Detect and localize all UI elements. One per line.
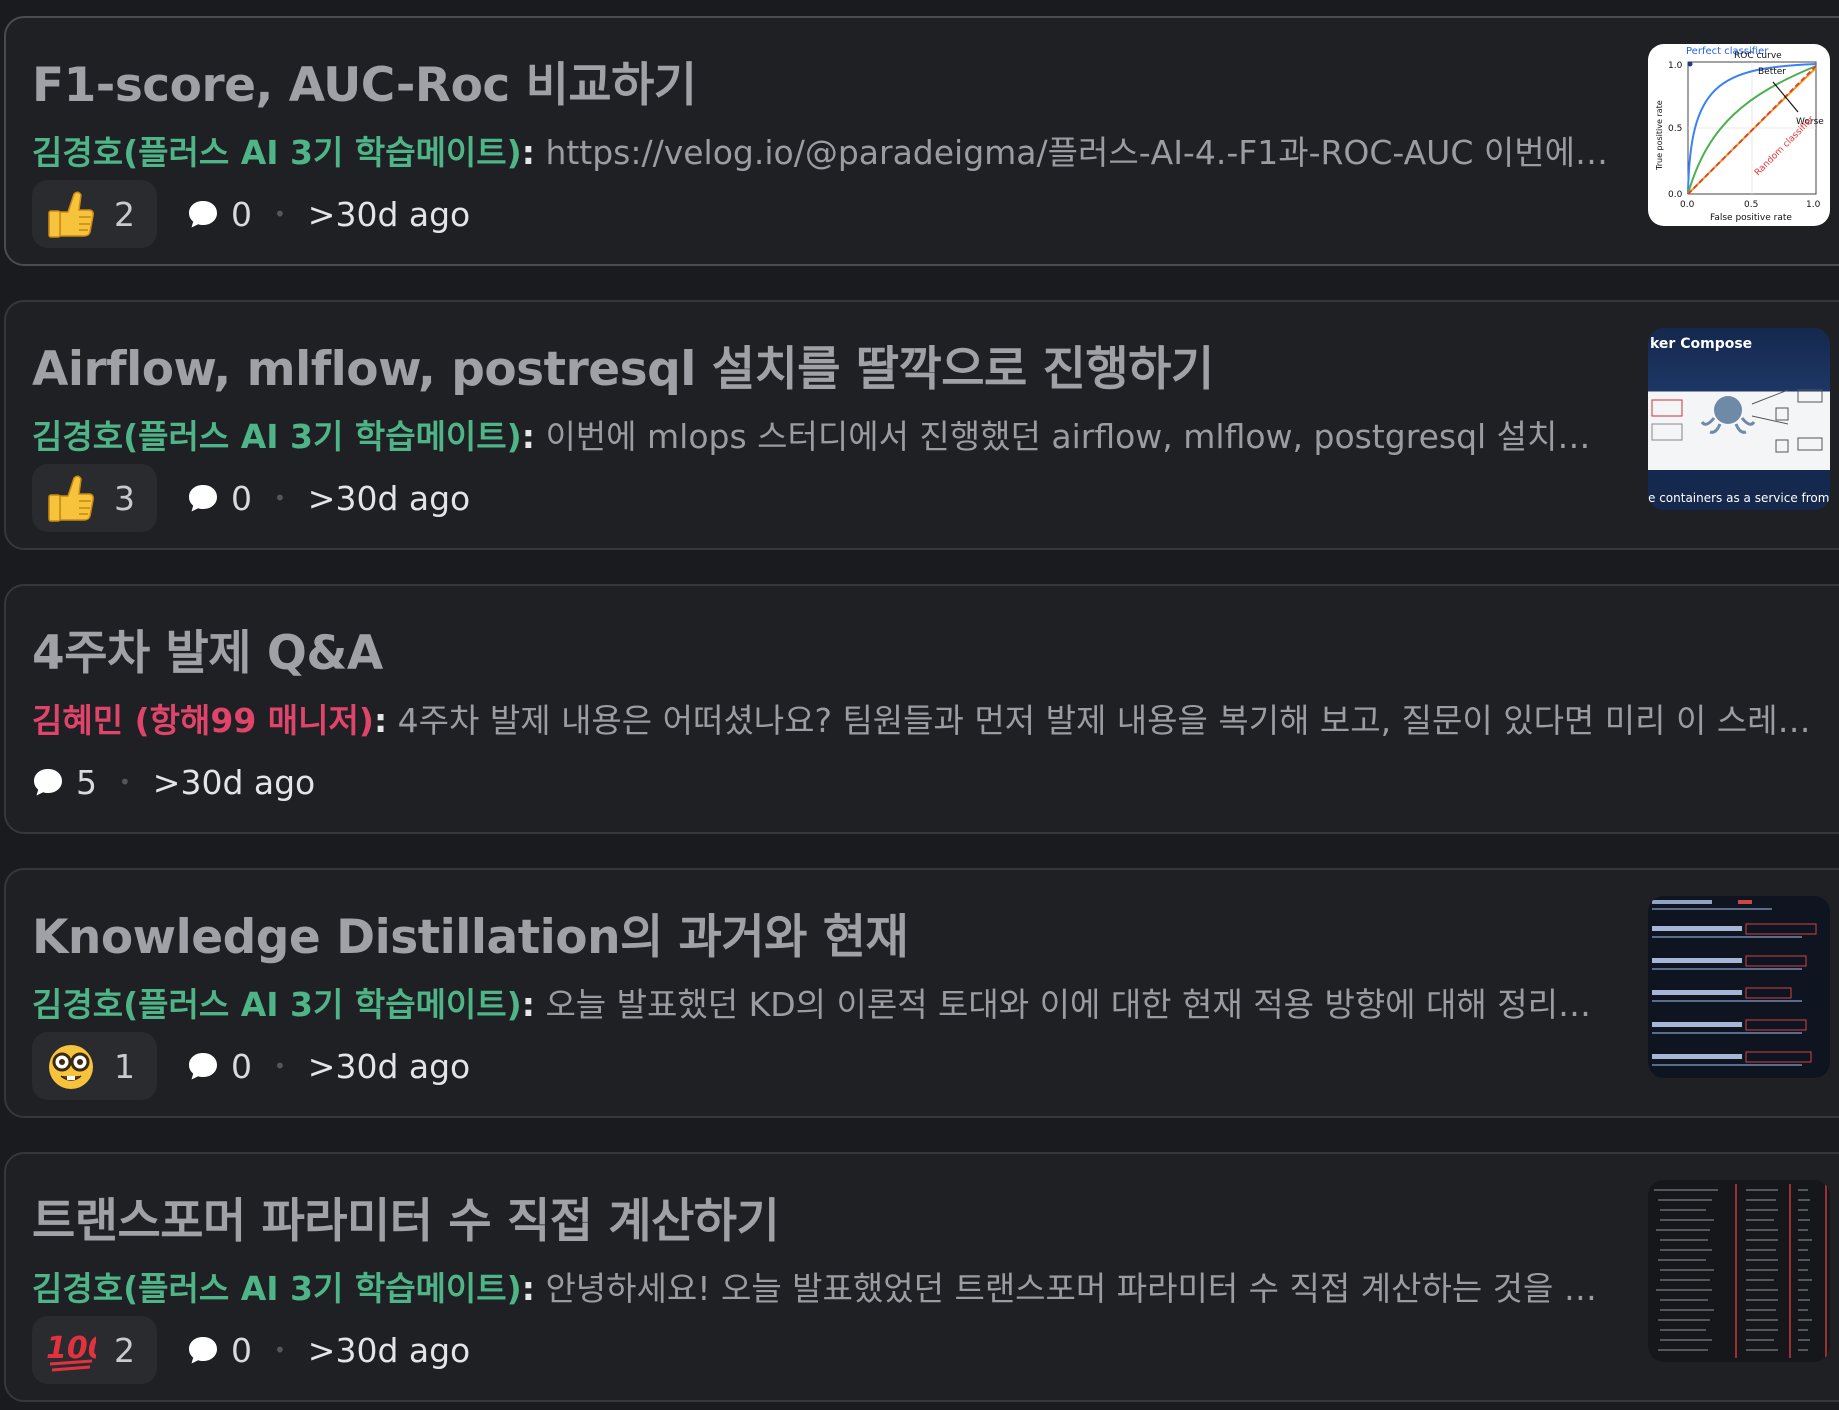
comment-count-button[interactable]: 5 [32,763,97,802]
speech-bubble-icon [189,1337,217,1364]
comment-count-button[interactable]: 0 [187,479,252,518]
post-preview-line: 김경호(플러스 AI 3기 학습메이트): 안녕하세요! 오늘 발표했었던 트랜… [32,1262,1612,1310]
roc-y-axis-label: True positive rate [1655,100,1664,171]
comment-count-button[interactable]: 0 [187,1047,252,1086]
roc-curve-image: Perfect classifier ROC curve Better Wors… [1655,46,1824,223]
comment-count-button[interactable]: 0 [187,195,252,234]
author-separator: : [373,701,388,740]
roc-y-tick: 0.5 [1668,124,1682,134]
post-author[interactable]: 김혜민 (항해99 매니저) [32,701,374,740]
separator-dot: • [274,1338,286,1362]
param-table-screenshot [1654,1184,1827,1358]
reaction-button[interactable]: 1 [32,1032,157,1100]
post-timestamp: >30d ago [307,1330,471,1370]
separator-dot: • [274,1054,286,1078]
post-title[interactable]: Knowledge Distillation의 과거와 현재 [32,898,909,967]
post-title[interactable]: F1-score, AUC-Roc 비교하기 [32,46,697,115]
post-timestamp: >30d ago [307,1046,471,1086]
roc-y-tick: 0.0 [1668,190,1683,200]
reaction-count: 2 [114,1330,135,1370]
post-author[interactable]: 김경호(플러스 AI 3기 학습메이트) [32,1269,522,1308]
separator-dot: • [274,202,286,226]
comment-count: 0 [231,194,252,234]
reaction-button[interactable]: 3 [32,464,157,532]
nerd-face-icon [49,1045,93,1089]
forum-post[interactable]: Knowledge Distillation의 과거와 현재 김경호(플러스 A… [4,868,1839,1118]
post-title[interactable]: 트랜스포머 파라미터 수 직접 계산하기 [32,1182,780,1251]
post-title[interactable]: 4주차 발제 Q&A [32,614,383,683]
roc-y-tick: 1.0 [1668,61,1683,71]
post-timestamp: >30d ago [307,194,471,234]
separator-dot: • [274,486,286,510]
speech-bubble-icon [189,1053,217,1080]
roc-x-tick: 0.5 [1744,200,1758,210]
comment-count: 0 [231,1330,252,1370]
forum-post[interactable]: 4주차 발제 Q&A 김혜민 (항해99 매니저): 4주차 발제 내용은 어떠… [4,584,1839,834]
comment-count-button[interactable]: 0 [187,1331,252,1370]
reaction-count: 3 [114,478,135,518]
comment-count: 0 [231,1046,252,1086]
post-timestamp: >30d ago [307,478,471,518]
post-stats: 5 • >30d ago [32,748,315,816]
docker-compose-image: ker Compose e containers as a service fr… [1648,336,1829,505]
post-stats: 100 2 0 • >30d ago [32,1316,470,1384]
post-author[interactable]: 김경호(플러스 AI 3기 학습메이트) [32,985,522,1024]
roc-x-tick: 1.0 [1806,200,1821,210]
post-thumbnail[interactable] [1648,1180,1830,1362]
forum-post[interactable]: F1-score, AUC-Roc 비교하기 김경호(플러스 AI 3기 학습메… [4,16,1839,266]
thumbs-up-icon [48,191,94,238]
post-thumbnail[interactable] [1648,896,1830,1078]
post-preview-text: 오늘 발표했던 KD의 이론적 토대와 이에 대한 현재 적용 방향에 대해 정… [545,985,1612,1024]
post-preview-line: 김경호(플러스 AI 3기 학습메이트): 오늘 발표했던 KD의 이론적 토대… [32,978,1612,1026]
post-preview-text: https://velog.io/@paradeigma/플러스-AI-4.-F… [545,133,1612,172]
comment-count: 5 [76,762,97,802]
roc-random-label: Random classifier [1753,114,1817,178]
post-thumbnail[interactable]: ker Compose e containers as a service fr… [1648,328,1830,510]
speech-bubble-icon [189,201,217,228]
docker-caption-text: e containers as a service from [1648,491,1829,505]
forum-post[interactable]: Airflow, mlflow, postresql 설치를 딸깍으로 진행하기… [4,300,1839,550]
author-separator: : [521,417,535,456]
post-author[interactable]: 김경호(플러스 AI 3기 학습메이트) [32,417,522,456]
roc-curve-label: ROC curve [1734,51,1782,61]
reaction-button[interactable]: 100 2 [32,1316,157,1384]
post-preview-text: 안녕하세요! 오늘 발표했었던 트랜스포머 파라미터 수 직접 계산하는 것을 … [545,1269,1612,1308]
post-author[interactable]: 김경호(플러스 AI 3기 학습메이트) [32,133,522,172]
author-separator: : [521,985,535,1024]
post-stats: 3 0 • >30d ago [32,464,470,532]
roc-better-label: Better [1758,67,1786,77]
comment-count: 0 [231,478,252,518]
roc-x-axis-label: False positive rate [1710,213,1792,223]
docker-title-text: ker Compose [1650,336,1752,352]
reaction-count: 1 [114,1046,135,1086]
model-list-screenshot [1652,900,1817,1066]
post-preview-line: 김경호(플러스 AI 3기 학습메이트): 이번에 mlops 스터디에서 진행… [32,410,1612,458]
reaction-button[interactable]: 2 [32,180,157,248]
speech-bubble-icon [34,769,62,796]
post-preview-text: 이번에 mlops 스터디에서 진행했던 airflow, mlflow, po… [545,417,1612,456]
post-preview-line: 김혜민 (항해99 매니저): 4주차 발제 내용은 어떠셨나요? 팀원들과 먼… [32,694,1822,742]
reaction-count: 2 [114,194,135,234]
roc-x-tick: 0.0 [1680,200,1695,210]
thumbs-up-icon [48,475,94,522]
speech-bubble-icon [189,485,217,512]
post-preview-line: 김경호(플러스 AI 3기 학습메이트): https://velog.io/@… [32,126,1612,174]
separator-dot: • [119,770,131,794]
author-separator: : [521,133,535,172]
post-stats: 2 0 • >30d ago [32,180,470,248]
post-preview-text: 4주차 발제 내용은 어떠셨나요? 팀원들과 먼저 발제 내용을 복기해 보고,… [397,701,1822,740]
forum-post-list: F1-score, AUC-Roc 비교하기 김경호(플러스 AI 3기 학습메… [0,0,1839,1410]
post-timestamp: >30d ago [152,762,316,802]
hundred-points-icon: 100 [46,1331,96,1372]
post-stats: 1 0 • >30d ago [32,1032,470,1100]
post-title[interactable]: Airflow, mlflow, postresql 설치를 딸깍으로 진행하기 [32,330,1214,399]
post-thumbnail[interactable]: Perfect classifier ROC curve Better Wors… [1648,44,1830,226]
author-separator: : [521,1269,535,1308]
forum-post[interactable]: 트랜스포머 파라미터 수 직접 계산하기 김경호(플러스 AI 3기 학습메이트… [4,1152,1839,1402]
